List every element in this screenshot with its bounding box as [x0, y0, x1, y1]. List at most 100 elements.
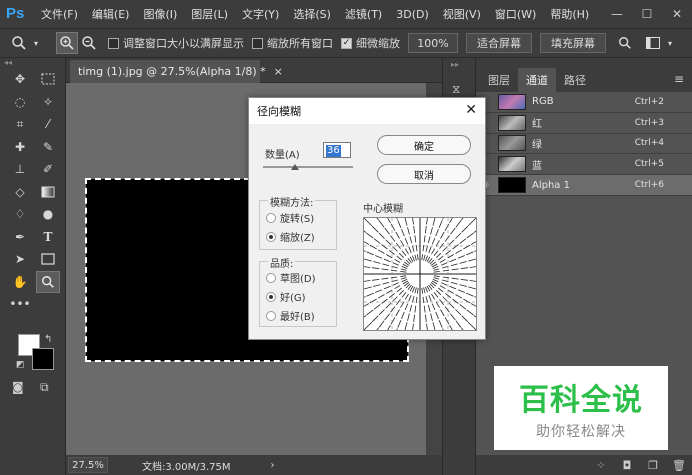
checkbox-checked-icon[interactable]: ✓	[341, 37, 352, 49]
search-icon[interactable]	[614, 32, 636, 54]
close-tab-icon[interactable]: ×	[274, 65, 283, 78]
menu-layer[interactable]: 图层(L)	[184, 6, 235, 22]
document-tab-bar: timg (1).jpg @ 27.5%(Alpha 1/8) * ×	[66, 58, 442, 83]
save-selection-icon[interactable]: ◘	[614, 459, 640, 472]
fit-screen-button[interactable]: 适合屏幕	[466, 33, 532, 53]
menu-type[interactable]: 文字(Y)	[235, 6, 286, 22]
path-selection-tool-icon[interactable]: ➤	[8, 248, 32, 270]
blur-tool-icon[interactable]: ♢	[8, 203, 32, 225]
radio-button[interactable]	[266, 310, 276, 321]
gradient-tool-icon[interactable]	[36, 181, 60, 203]
watermark-title: 百科全说	[519, 383, 643, 418]
history-brush-tool-icon[interactable]: ✐	[36, 158, 60, 180]
minimize-button[interactable]: —	[602, 0, 632, 28]
tab-paths[interactable]: 路径	[556, 68, 594, 92]
hand-tool-icon[interactable]: ✋	[8, 271, 32, 293]
menu-edit[interactable]: 编辑(E)	[85, 6, 137, 22]
rectangle-tool-icon[interactable]	[36, 248, 60, 270]
lasso-tool-icon[interactable]: ◌	[8, 91, 32, 113]
amount-slider-track[interactable]	[263, 166, 353, 168]
radio-button[interactable]	[266, 272, 276, 283]
checkbox-box[interactable]	[252, 37, 263, 49]
radio-button-selected[interactable]	[266, 291, 276, 302]
fill-screen-button[interactable]: 填充屏幕	[540, 33, 606, 53]
workspace-icon[interactable]	[642, 32, 664, 54]
cancel-button[interactable]: 取消	[377, 164, 471, 184]
close-window-button[interactable]: ✕	[662, 0, 692, 28]
move-tool-icon[interactable]: ✥	[8, 68, 32, 90]
radio-button-selected[interactable]	[266, 231, 276, 242]
scrubby-zoom-checkbox[interactable]: ✓ 细微缩放	[341, 35, 400, 51]
healing-brush-tool-icon[interactable]: ✚	[8, 136, 32, 158]
type-tool-icon[interactable]: T	[36, 226, 60, 248]
panel-menu-icon[interactable]: ≡	[674, 72, 684, 86]
channel-row-rgb[interactable]: RGB Ctrl+2	[476, 92, 692, 113]
ok-button[interactable]: 确定	[377, 135, 471, 155]
resize-windows-checkbox[interactable]: 调整窗口大小以满屏显示	[108, 35, 244, 51]
blur-center-preview[interactable]	[333, 187, 507, 361]
channel-row-green[interactable]: 绿 Ctrl+4	[476, 134, 692, 155]
history-panel-icon[interactable]: ⧖	[452, 82, 468, 98]
magic-wand-tool-icon[interactable]: ✧	[36, 91, 60, 113]
crop-tool-icon[interactable]: ⌗	[8, 113, 32, 135]
radio-good[interactable]: 好(G)	[266, 289, 306, 304]
dropdown-arrow-icon[interactable]: ▾	[30, 32, 42, 54]
zoom-percent-field[interactable]: 100%	[408, 33, 458, 53]
maximize-button[interactable]: ☐	[632, 0, 662, 28]
new-channel-icon[interactable]: ❐	[640, 459, 666, 472]
screen-mode-icon[interactable]: ⧉	[40, 380, 49, 395]
default-colors-icon[interactable]: ◩	[16, 360, 25, 370]
menu-filter[interactable]: 滤镜(T)	[338, 6, 389, 22]
background-color-swatch[interactable]	[32, 348, 54, 370]
zoom-out-icon[interactable]	[78, 32, 100, 54]
channel-thumbnail	[498, 177, 526, 194]
eraser-tool-icon[interactable]: ◇	[8, 181, 32, 203]
zoom-all-checkbox[interactable]: 缩放所有窗口	[252, 35, 333, 51]
marquee-tool-icon[interactable]	[36, 68, 60, 90]
radio-draft[interactable]: 草图(D)	[266, 270, 316, 285]
swap-colors-icon[interactable]: ↰	[44, 334, 52, 345]
radio-zoom-label: 缩放(Z)	[280, 233, 315, 244]
channel-row-red[interactable]: 红 Ctrl+3	[476, 113, 692, 134]
document-size: 文档:3.00M/3.75M	[142, 461, 231, 473]
channel-row-blue[interactable]: 蓝 Ctrl+5	[476, 154, 692, 176]
document-tab[interactable]: timg (1).jpg @ 27.5%(Alpha 1/8) * ×	[70, 60, 283, 83]
delete-channel-icon[interactable]: 🗑	[666, 459, 692, 472]
zoom-level-field[interactable]: 27.5%	[68, 457, 108, 473]
radio-spin[interactable]: 旋转(S)	[266, 210, 314, 225]
radio-button[interactable]	[266, 212, 276, 223]
checkbox-box[interactable]	[108, 37, 119, 49]
brush-tool-icon[interactable]: ✎	[36, 136, 60, 158]
close-icon[interactable]: ✕	[465, 102, 477, 118]
panel-grip-icon[interactable]: ◂◂	[0, 58, 65, 68]
dropdown-arrow-icon[interactable]: ▾	[664, 32, 676, 54]
clone-stamp-tool-icon[interactable]: ⊥	[8, 158, 32, 180]
radio-best[interactable]: 最好(B)	[266, 308, 315, 323]
load-selection-icon[interactable]: ⁘	[588, 459, 614, 472]
panel-grip-icon[interactable]: ▸▸	[451, 60, 459, 69]
tab-layers[interactable]: 图层	[480, 68, 518, 92]
menu-select[interactable]: 选择(S)	[286, 6, 338, 22]
blur-method-group: 模糊方法: 旋转(S) 缩放(Z)	[259, 194, 337, 250]
channel-row-alpha[interactable]: ◉ Alpha 1 Ctrl+6	[476, 175, 692, 196]
amount-slider-thumb[interactable]	[291, 164, 300, 170]
tab-channels[interactable]: 通道	[518, 68, 556, 92]
eyedropper-tool-icon[interactable]: ⁄	[36, 113, 60, 135]
pen-tool-icon[interactable]: ✒	[8, 226, 32, 248]
status-menu-icon[interactable]: ›	[271, 460, 275, 471]
menu-3d[interactable]: 3D(D)	[389, 8, 436, 21]
menu-help[interactable]: 帮助(H)	[543, 6, 596, 22]
radio-zoom[interactable]: 缩放(Z)	[266, 229, 315, 244]
menu-window[interactable]: 窗口(W)	[488, 6, 543, 22]
quick-mask-icon[interactable]: ◙	[12, 380, 24, 394]
channel-thumbnail	[498, 135, 526, 152]
dodge-tool-icon[interactable]: ●	[36, 203, 60, 225]
menu-file[interactable]: 文件(F)	[34, 6, 85, 22]
more-tools-icon[interactable]: •••	[8, 293, 32, 315]
menu-image[interactable]: 图像(I)	[136, 6, 184, 22]
menu-view[interactable]: 视图(V)	[436, 6, 488, 22]
amount-input[interactable]: 36	[323, 142, 351, 158]
zoom-tool-icon[interactable]	[36, 270, 60, 293]
zoom-tool-preset-icon[interactable]	[8, 32, 30, 54]
zoom-in-icon[interactable]	[56, 32, 78, 54]
